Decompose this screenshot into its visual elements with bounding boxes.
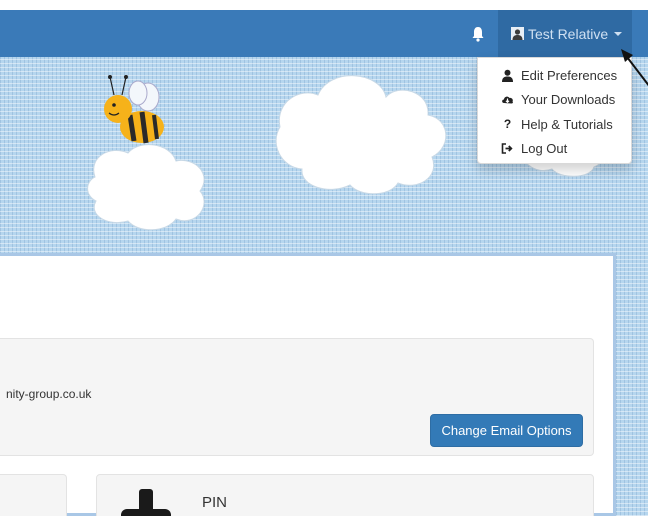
pin-label: PIN	[202, 494, 228, 511]
question-icon: ?	[503, 117, 512, 132]
log-out-icon	[501, 143, 513, 155]
bee-icon	[104, 75, 164, 144]
menu-item-edit-preferences[interactable]: Edit Preferences	[478, 63, 631, 88]
menu-item-label: Help & Tutorials	[521, 116, 613, 132]
left-card	[0, 474, 67, 516]
menu-item-log-out[interactable]: Log Out	[478, 137, 631, 162]
email-section: nity-group.co.uk Change Email Options	[0, 338, 594, 456]
annotation-arrow	[621, 49, 648, 87]
cloud-download-icon	[502, 96, 513, 104]
top-strip	[0, 0, 648, 10]
caret-down-icon	[614, 31, 623, 36]
pin-section: PIN	[96, 474, 594, 516]
user-menu-toggle[interactable]: Test Relative	[498, 10, 632, 57]
email-address: nity-group.co.uk	[6, 387, 92, 401]
user-dropdown-menu: Edit Preferences Your Downloads ? Help &…	[477, 57, 632, 164]
menu-item-label: Log Out	[521, 141, 568, 157]
menu-item-help-tutorials[interactable]: ? Help & Tutorials	[478, 112, 631, 137]
menu-item-your-downloads[interactable]: Your Downloads	[478, 88, 631, 113]
avatar-icon	[511, 27, 524, 40]
change-email-options-button[interactable]: Change Email Options	[430, 414, 583, 447]
bell-icon[interactable]	[470, 25, 486, 43]
cloud-left	[87, 144, 205, 231]
navbar: Test Relative	[0, 10, 648, 57]
menu-item-label: Your Downloads	[521, 92, 616, 108]
cloud-middle	[275, 75, 447, 195]
menu-item-label: Edit Preferences	[521, 67, 618, 83]
keypad-icon	[121, 489, 171, 516]
user-icon	[502, 69, 513, 82]
user-name: Test Relative	[528, 25, 609, 42]
